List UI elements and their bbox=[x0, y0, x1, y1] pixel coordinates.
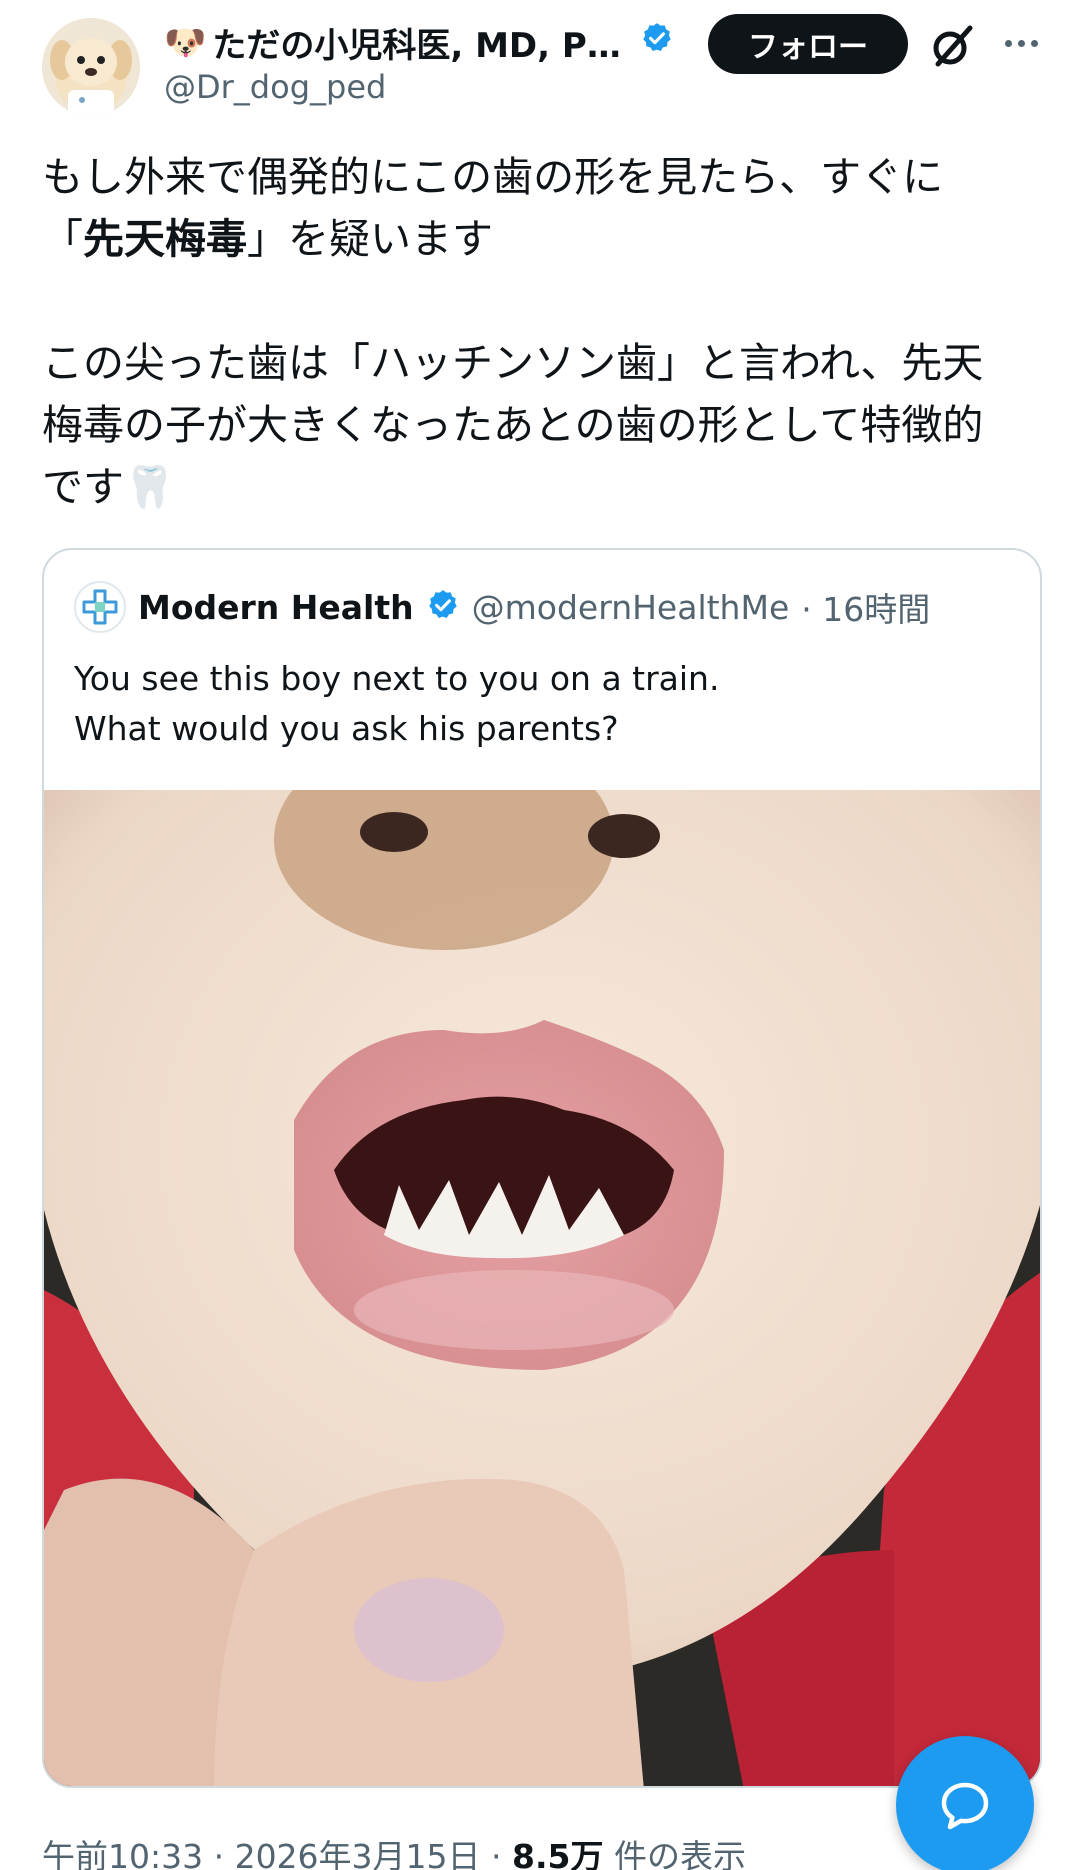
tweet-line-4: 梅毒の子が大きくなったあとの歯の形として特徴的 bbox=[42, 401, 984, 449]
author-name[interactable]: 🐶 ただの小児科医, MD, Ph... bbox=[164, 18, 674, 67]
grok-slash-icon[interactable] bbox=[928, 22, 976, 70]
quote-verified-badge-icon bbox=[426, 588, 460, 626]
follow-button[interactable]: フォロー bbox=[708, 14, 908, 74]
tweet-line-5: です🦷 bbox=[42, 456, 1032, 518]
tweet-line-5-text: です bbox=[42, 463, 124, 511]
tweet-page: 🐶 ただの小児科医, MD, Ph... @Dr_dog_ped フォロー もし… bbox=[0, 0, 1080, 1870]
modern-health-logo-icon bbox=[74, 581, 126, 633]
tweet-line-2-rest: 」を疑います bbox=[247, 215, 493, 263]
author-avatar[interactable] bbox=[42, 18, 140, 116]
author-name-text: ただの小児科医, MD, Ph... bbox=[212, 26, 634, 66]
quote-text: You see this boy next to you on a train.… bbox=[74, 654, 1014, 754]
tweet-timestamp[interactable]: 午前10:33 · 2026年3月15日 · bbox=[42, 1837, 512, 1870]
quote-photo[interactable] bbox=[44, 790, 1040, 1786]
quote-line-1: You see this boy next to you on a train. bbox=[74, 659, 720, 698]
quoted-tweet-card[interactable]: Modern Health @modernHealthMe · 16時間 You… bbox=[42, 548, 1042, 1788]
reply-compose-button[interactable] bbox=[896, 1736, 1034, 1870]
tweet-meta: 午前10:33 · 2026年3月15日 · 8.5万 件の表示 bbox=[42, 1830, 746, 1870]
bracket-open: 「 bbox=[42, 215, 83, 263]
tweet-header: 🐶 ただの小児科医, MD, Ph... @Dr_dog_ped フォロー bbox=[0, 0, 1080, 130]
view-count-label: 件の表示 bbox=[603, 1837, 746, 1870]
view-count: 8.5万 bbox=[512, 1837, 604, 1870]
tweet-line-2: 「先天梅毒」を疑います bbox=[42, 208, 1032, 270]
quote-line-2: What would you ask his parents? bbox=[74, 709, 619, 748]
tweet-line-1: もし外来で偶発的にこの歯の形を見たら、すぐに bbox=[42, 153, 944, 201]
chat-bubble-icon bbox=[941, 1782, 989, 1830]
tweet-line-3: この尖った歯は「ハッチンソン歯」と言われ、先天 bbox=[42, 339, 984, 387]
author-emoji: 🐶 bbox=[164, 22, 207, 63]
quote-timestamp: · 16時間 bbox=[801, 590, 931, 629]
more-dots-icon[interactable] bbox=[996, 18, 1046, 68]
quote-header: Modern Health @modernHealthMe · 16時間 bbox=[74, 581, 931, 633]
verified-badge-icon bbox=[640, 21, 674, 64]
quote-author-handle: @modernHealthMe bbox=[471, 587, 790, 627]
tweet-text: もし外来で偶発的にこの歯の形を見たら、すぐに 「先天梅毒」を疑います この尖った… bbox=[42, 146, 1032, 518]
quote-author-name[interactable]: Modern Health bbox=[138, 588, 414, 627]
highlighted-term: 先天梅毒 bbox=[83, 215, 247, 263]
tooth-emoji-icon: 🦷 bbox=[124, 463, 176, 511]
author-handle[interactable]: @Dr_dog_ped bbox=[164, 68, 386, 106]
